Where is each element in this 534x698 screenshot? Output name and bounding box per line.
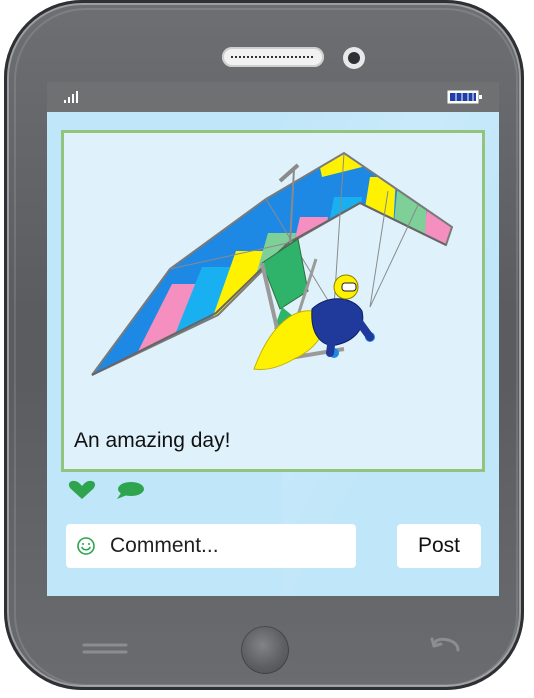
earpiece-speaker bbox=[222, 47, 324, 67]
post-caption: An amazing day! bbox=[74, 429, 231, 452]
status-bar bbox=[47, 82, 499, 112]
battery-icon bbox=[447, 90, 482, 104]
home-button[interactable] bbox=[241, 626, 289, 674]
post-actions bbox=[67, 480, 167, 502]
back-icon[interactable] bbox=[428, 634, 466, 660]
hang-glider-image bbox=[91, 151, 454, 376]
phone-body: An amazing day! Post bbox=[4, 0, 524, 690]
comment-input[interactable] bbox=[66, 524, 356, 568]
comment-bubble-icon[interactable] bbox=[115, 480, 145, 500]
post-card: An amazing day! bbox=[61, 130, 485, 472]
menu-lines-icon[interactable] bbox=[80, 638, 130, 658]
post-button[interactable]: Post bbox=[397, 524, 481, 568]
signal-icon bbox=[64, 91, 78, 103]
smiley-icon bbox=[77, 537, 95, 555]
phone-screen: An amazing day! Post bbox=[47, 82, 499, 596]
heart-icon[interactable] bbox=[67, 480, 97, 500]
front-camera bbox=[343, 47, 365, 69]
